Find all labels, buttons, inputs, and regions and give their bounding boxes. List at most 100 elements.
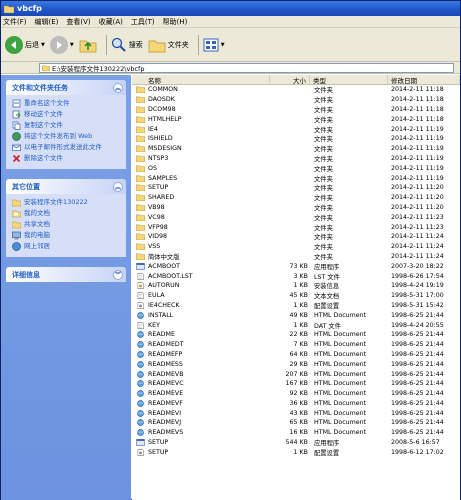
file-name: DCOM98	[148, 105, 176, 113]
file-row[interactable]: SHARED 文件夹 2014-2-11 11:20	[132, 193, 460, 203]
file-name-cell: ACMBOOT	[132, 263, 270, 270]
file-row[interactable]: README 22 KB HTML Document 1998-6-25 21:44	[132, 330, 460, 340]
file-row[interactable]: READMEFP 64 KB HTML Document 1998-6-25 21:4…	[132, 350, 460, 360]
place-parent-folder[interactable]: 安装程序文件130222	[12, 198, 122, 207]
file-row[interactable]: READMEVS 16 KB HTML Document 1998-6-25 21:4…	[132, 428, 460, 438]
file-type: 文件夹	[314, 234, 333, 242]
task-label: 重命名这个文件	[24, 99, 70, 107]
file-row[interactable]: VSS 文件夹 2014-2-11 11:24	[132, 242, 460, 252]
menu-view[interactable]: 查看(V)	[66, 17, 90, 27]
file-row[interactable]: VB98 文件夹 2014-2-11 11:20	[132, 203, 460, 213]
html-icon	[136, 370, 148, 378]
file-row[interactable]: VC98 文件夹 2014-2-11 11:23	[132, 212, 460, 222]
place-shared-documents[interactable]: 共享文档	[12, 220, 122, 229]
menu-favorites[interactable]: 收藏(A)	[99, 17, 123, 27]
place-my-computer[interactable]: 我的电脑	[12, 231, 122, 240]
file-row[interactable]: READMEVF 36 KB HTML Document 1998-6-25 21:4…	[132, 399, 460, 409]
search-button[interactable]: 搜索	[111, 34, 143, 56]
task-copy[interactable]: 复制这个文件	[12, 121, 122, 130]
task-pane: 文件和文件夹任务 ︽ 重命名这个文件 移动这个文件 复制这个文件 将这个文件发布…	[1, 75, 131, 500]
up-button[interactable]	[79, 34, 97, 56]
file-row[interactable]: IE4CHECK 1 KB 配置设置 1998-5-31 15:42	[132, 301, 460, 311]
address-path: E:\安装程序文件130222\vbcfp	[52, 64, 145, 73]
details-header[interactable]: 详细信息 ︾	[6, 267, 126, 282]
file-date: 1998-6-25 21:44	[391, 399, 444, 407]
html-icon	[136, 360, 148, 368]
file-row[interactable]: READMESS 29 KB HTML Document 1998-6-25 21:4…	[132, 359, 460, 369]
task-rename[interactable]: 重命名这个文件	[12, 99, 122, 108]
place-my-documents[interactable]: 我的文档	[12, 209, 122, 218]
file-row[interactable]: INSTALL 49 KB HTML Document 1998-6-25 21:44	[132, 310, 460, 320]
forward-button[interactable]: ▼	[49, 34, 74, 56]
file-row[interactable]: HTMLHELP 文件夹 2014-2-11 11:18	[132, 114, 460, 124]
file-name-cell: READMEVC	[132, 380, 270, 387]
file-row[interactable]: OS 文件夹 2014-2-11 11:19	[132, 163, 460, 173]
file-name-cell: NTSP3	[132, 155, 270, 162]
task-email[interactable]: 以电子邮件形式发送此文件	[12, 143, 122, 152]
menu-edit[interactable]: 编辑(E)	[35, 17, 59, 27]
task-delete[interactable]: 删除这个文件	[12, 154, 122, 163]
folders-button[interactable]: 文件夹	[148, 34, 189, 56]
col-type[interactable]: 类型	[310, 75, 388, 85]
expand-icon[interactable]: ︾	[113, 269, 123, 280]
file-row[interactable]: READMEVJ 65 KB HTML Document 1998-6-25 21:4…	[132, 418, 460, 428]
file-tasks-header[interactable]: 文件和文件夹任务 ︽	[6, 80, 126, 95]
place-label: 我的文档	[24, 209, 50, 217]
explorer-window: vbcfp 文件(F) 编辑(E) 查看(V) 收藏(A) 工具(T) 帮助(H…	[0, 0, 461, 500]
title-bar[interactable]: vbcfp	[1, 1, 460, 16]
collapse-icon[interactable]: ︽	[113, 181, 123, 192]
file-size: 1 KB	[293, 301, 308, 309]
collapse-icon[interactable]: ︽	[113, 82, 123, 93]
task-move[interactable]: 移动这个文件	[12, 110, 122, 119]
file-row[interactable]: READMEVB 207 KB HTML Document 1998-6-25 21:…	[132, 369, 460, 379]
address-input[interactable]: E:\安装程序文件130222\vbcfp	[39, 62, 454, 73]
file-row[interactable]: SETUP 1 KB 配置设置 1998-6-12 17:02	[132, 447, 460, 457]
file-row[interactable]: VFP98 文件夹 2014-2-11 11:23	[132, 222, 460, 232]
folder-icon	[136, 116, 148, 123]
file-type: HTML Document	[314, 399, 367, 407]
col-size[interactable]: 大小	[270, 75, 310, 85]
file-row[interactable]: READMEVE 92 KB HTML Document 1998-6-25 21:4…	[132, 389, 460, 399]
folder-icon	[136, 126, 148, 133]
file-row[interactable]: IE4 文件夹 2014-2-11 11:19	[132, 124, 460, 134]
file-row[interactable]: READMEVC 167 KB HTML Document 1998-6-25 21:…	[132, 379, 460, 389]
file-row[interactable]: READMEVI 43 KB HTML Document 1998-6-25 21:4…	[132, 408, 460, 418]
file-row[interactable]: SETUP 文件夹 2014-2-11 11:20	[132, 183, 460, 193]
file-name-cell: READMEFP	[132, 351, 270, 358]
menu-file[interactable]: 文件(F)	[3, 17, 27, 27]
col-date[interactable]: 修改日期	[388, 75, 460, 85]
file-row[interactable]: 简体中文版 文件夹 2014-2-11 11:24	[132, 252, 460, 262]
file-row[interactable]: READMEDT 7 KB HTML Document 1998-6-25 21:44	[132, 340, 460, 350]
task-publish-web[interactable]: 将这个文件发布到 Web	[12, 132, 122, 141]
file-row[interactable]: MSDESIGN 文件夹 2014-2-11 11:19	[132, 144, 460, 154]
file-name: IE4	[148, 125, 158, 133]
place-network[interactable]: 网上邻居	[12, 242, 122, 251]
file-row[interactable]: NTSP3 文件夹 2014-2-11 11:19	[132, 154, 460, 164]
file-row[interactable]: COMMON 文件夹 2014-2-11 11:18	[132, 85, 460, 95]
file-row[interactable]: ISHIELD 文件夹 2014-2-11 11:19	[132, 134, 460, 144]
file-row[interactable]: SETUP 544 KB 应用程序 2008-5-6 16:57	[132, 438, 460, 448]
menu-help[interactable]: 帮助(H)	[163, 17, 188, 27]
col-name[interactable]: 名称	[132, 75, 270, 85]
file-row[interactable]: ACMBOOT 73 KB 应用程序 2007-3-20 18:22	[132, 261, 460, 271]
other-places-header[interactable]: 其它位置 ︽	[6, 179, 126, 194]
chevron-down-icon: ▼	[220, 41, 225, 48]
folders-icon	[148, 40, 166, 52]
file-row[interactable]: ACMBOOT.LST 3 KB LST 文件 1998-6-26 17:54	[132, 271, 460, 281]
file-row[interactable]: SAMPLES 文件夹 2014-2-11 11:19	[132, 173, 460, 183]
globe-icon	[12, 132, 21, 141]
file-name-cell: INSTALL	[132, 312, 270, 319]
file-row[interactable]: KEY 1 KB DAT 文件 1998-4-24 20:55	[132, 320, 460, 330]
menu-tools[interactable]: 工具(T)	[131, 17, 155, 27]
file-name: READMESS	[148, 360, 183, 368]
file-row[interactable]: DAOSDK 文件夹 2014-2-11 11:18	[132, 95, 460, 105]
file-row[interactable]: AUTORUN 1 KB 安装信息 1998-4-24 19:19	[132, 281, 460, 291]
file-row[interactable]: DCOM98 文件夹 2014-2-11 11:18	[132, 105, 460, 115]
file-name: VC98	[148, 213, 165, 221]
file-row[interactable]: EULA 45 KB 文本文档 1998-5-31 17:00	[132, 291, 460, 301]
views-button[interactable]: ▼	[203, 34, 225, 56]
file-name-cell: READMEVI	[132, 410, 270, 417]
file-type: 文件夹	[314, 195, 333, 203]
file-row[interactable]: VID98 文件夹 2014-2-11 11:24	[132, 232, 460, 242]
back-button[interactable]: 后退 ▼	[5, 34, 45, 56]
